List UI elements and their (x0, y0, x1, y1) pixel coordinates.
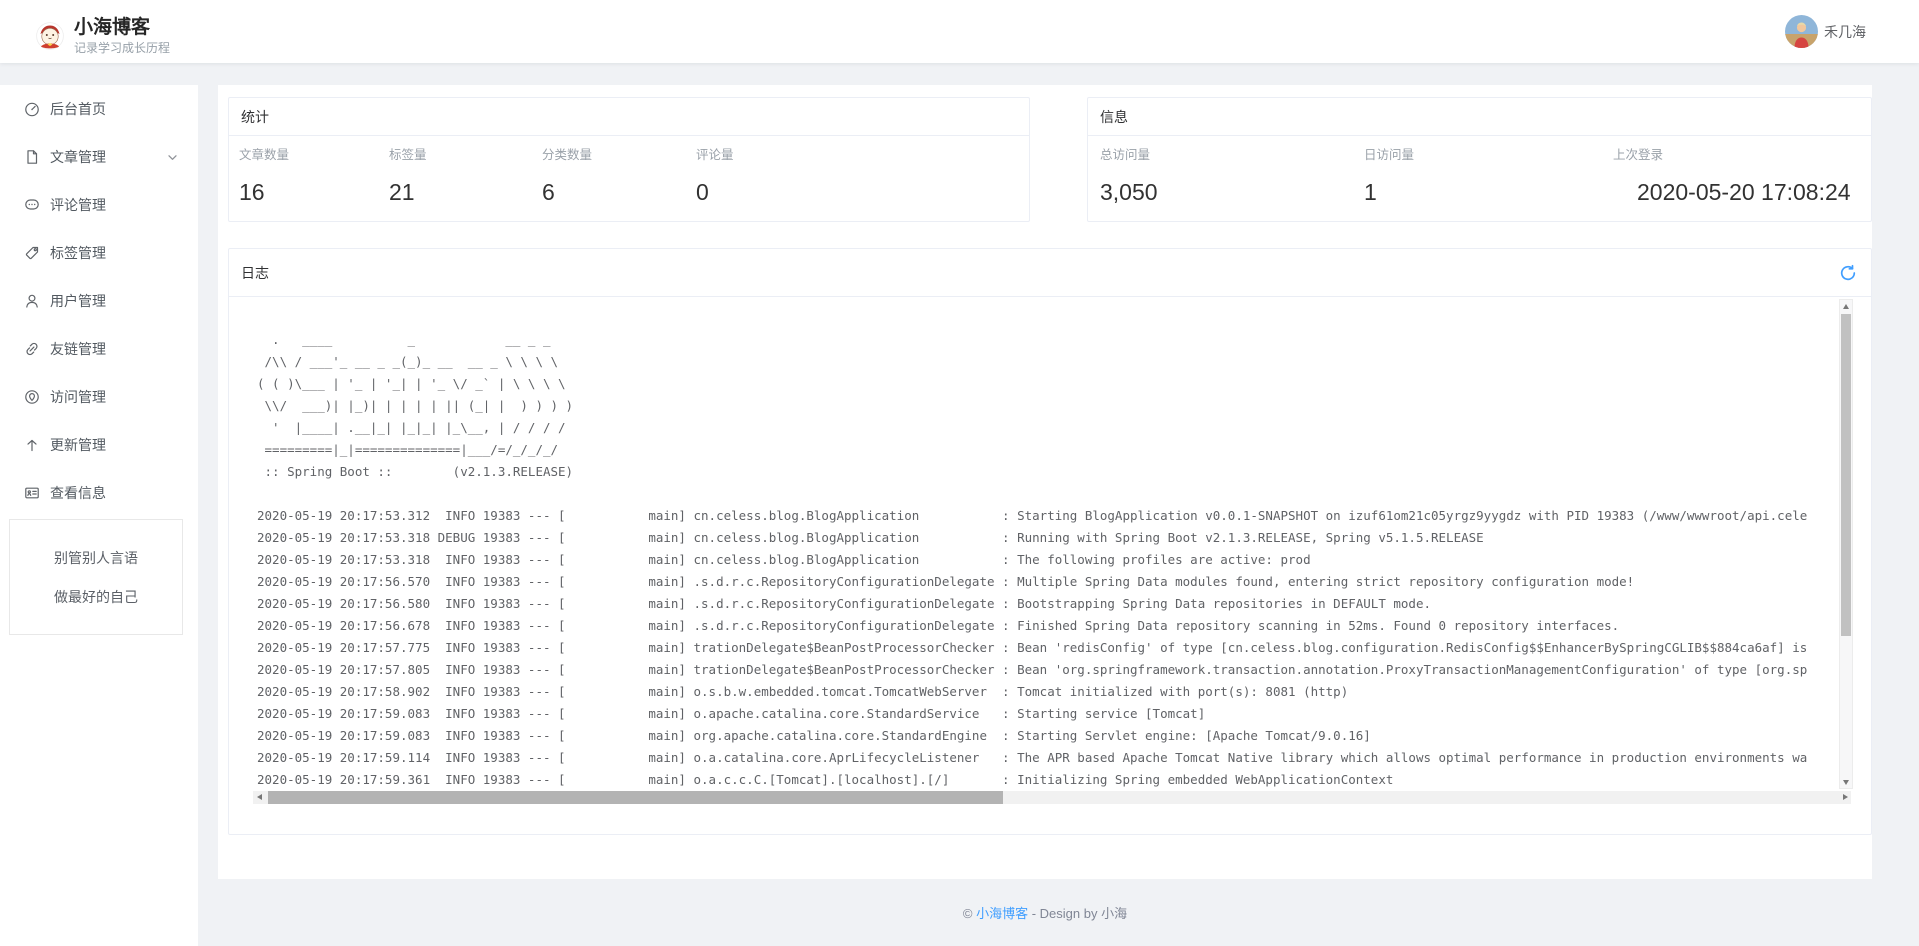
comment-icon (24, 197, 40, 213)
sidebar-item-users[interactable]: 用户管理 (0, 277, 198, 325)
sidebar-item-links[interactable]: 友链管理 (0, 325, 198, 373)
chevron-down-icon (167, 152, 178, 163)
sidebar-item-updates[interactable]: 更新管理 (0, 421, 198, 469)
arrow-up-icon (24, 437, 40, 453)
app-header: 小海博客 记录学习成长历程 禾几海 (0, 0, 1919, 63)
stat-articles: 文章数量 16 (239, 136, 289, 207)
stats-card: 统计 文章数量 16 标签量 21 分类数量 6 评论量 0 (228, 97, 1030, 222)
sidebar-item-label: 查看信息 (50, 483, 198, 503)
log-card-title: 日志 (241, 263, 269, 283)
user-menu[interactable]: 禾几海 (1785, 15, 1866, 48)
sidebar-item-label: 评论管理 (50, 195, 198, 215)
username: 禾几海 (1824, 22, 1866, 42)
sidebar-item-dashboard[interactable]: 后台首页 (0, 85, 198, 133)
stat-label: 分类数量 (542, 147, 592, 163)
vertical-scrollbar-thumb[interactable] (1841, 314, 1851, 636)
stat-value: 21 (389, 177, 427, 207)
info-card-header: 信息 (1088, 98, 1871, 136)
sidebar-item-comments[interactable]: 评论管理 (0, 181, 198, 229)
scroll-left-arrow[interactable] (253, 791, 265, 803)
stat-label: 总访问量 (1100, 147, 1158, 163)
stat-label: 日访问量 (1364, 147, 1414, 163)
stats-card-title: 统计 (241, 107, 269, 127)
info-card: 信息 总访问量 3,050 日访问量 1 上次登录 2020-05-20 17:… (1087, 97, 1872, 222)
stat-value: 0 (696, 177, 734, 207)
scroll-up-arrow[interactable] (1840, 300, 1852, 312)
sidebar-item-visits[interactable]: 访问管理 (0, 373, 198, 421)
sidebar-item-view-info[interactable]: 查看信息 (0, 469, 198, 517)
sidebar-item-tags[interactable]: 标签管理 (0, 229, 198, 277)
log-card-header: 日志 (229, 249, 1871, 297)
info-card-title: 信息 (1100, 107, 1128, 127)
user-avatar (1785, 15, 1818, 48)
site-subtitle: 记录学习成长历程 (74, 41, 170, 55)
sidebar-nav: 后台首页 文章管理 评论管理 (0, 85, 198, 517)
site-logo-icon (36, 22, 64, 50)
stat-daily-visits: 日访问量 1 (1364, 136, 1414, 207)
refresh-button[interactable] (1837, 262, 1859, 284)
stat-last-login: 上次登录 2020-05-20 17:08:24 (1613, 136, 1851, 207)
refresh-icon (1839, 264, 1857, 282)
log-card-body: . ____ _ __ _ _ /\\ / ___'_ __ _ _(_)_ _… (229, 297, 1871, 834)
link-icon (24, 341, 40, 357)
stat-label: 上次登录 (1613, 147, 1851, 163)
sidebar-item-label: 访问管理 (50, 387, 198, 407)
sidebar-item-label: 文章管理 (50, 147, 167, 167)
dashboard-icon (24, 101, 40, 117)
stat-label: 评论量 (696, 147, 734, 163)
motto-line-2: 做最好的自己 (54, 590, 138, 604)
sidebar-item-label: 用户管理 (50, 291, 198, 311)
motto-line-1: 别管别人言语 (54, 551, 138, 565)
sidebar-item-label: 友链管理 (50, 339, 198, 359)
stat-label: 文章数量 (239, 147, 289, 163)
stat-value: 1 (1364, 177, 1414, 207)
stat-comments: 评论量 0 (696, 136, 734, 207)
stat-categories: 分类数量 6 (542, 136, 592, 207)
sidebar-item-label: 更新管理 (50, 435, 198, 455)
horizontal-scrollbar-thumb[interactable] (268, 791, 1003, 804)
stat-tags: 标签量 21 (389, 136, 427, 207)
scroll-down-arrow[interactable] (1840, 776, 1852, 788)
stat-total-visits: 总访问量 3,050 (1100, 136, 1158, 207)
sidebar-item-articles[interactable]: 文章管理 (0, 133, 198, 181)
admin-dashboard: 小海博客 记录学习成长历程 禾几海 (0, 0, 1919, 946)
main-panel: 统计 文章数量 16 标签量 21 分类数量 6 评论量 0 (218, 85, 1872, 879)
sidebar-item-label: 后台首页 (50, 99, 198, 119)
tag-icon (24, 245, 40, 261)
footer-design-by: - Design by 小海 (1028, 906, 1127, 921)
site-title: 小海博客 (74, 17, 170, 39)
user-icon (24, 293, 40, 309)
id-card-icon (24, 485, 40, 501)
vertical-scrollbar[interactable] (1839, 299, 1853, 789)
stats-card-header: 统计 (229, 98, 1029, 136)
scroll-right-arrow[interactable] (1839, 791, 1851, 803)
sidebar-item-label: 标签管理 (50, 243, 198, 263)
log-card: 日志 . ____ _ __ _ _ /\\ / ___'_ __ _ _(_)… (228, 248, 1872, 835)
stats-card-body: 文章数量 16 标签量 21 分类数量 6 评论量 0 (229, 136, 1029, 223)
footer: © 小海博客 - Design by 小海 (218, 903, 1872, 922)
stat-value: 16 (239, 177, 289, 207)
stat-label: 标签量 (389, 147, 427, 163)
stat-value: 3,050 (1100, 177, 1158, 207)
document-icon (24, 149, 40, 165)
brand[interactable]: 小海博客 记录学习成长历程 (36, 17, 170, 55)
horizontal-scrollbar[interactable] (253, 791, 1851, 804)
info-card-body: 总访问量 3,050 日访问量 1 上次登录 2020-05-20 17:08:… (1088, 136, 1871, 223)
stat-value: 6 (542, 177, 592, 207)
sidebar: 后台首页 文章管理 评论管理 (0, 85, 198, 946)
motto-box: 别管别人言语 做最好的自己 (9, 519, 183, 635)
stat-value: 2020-05-20 17:08:24 (1613, 177, 1851, 207)
footer-site-link[interactable]: 小海博客 (976, 906, 1028, 921)
location-icon (24, 389, 40, 405)
footer-copyright: © (963, 906, 976, 921)
log-output: . ____ _ __ _ _ /\\ / ___'_ __ _ _(_)_ _… (229, 297, 1835, 791)
